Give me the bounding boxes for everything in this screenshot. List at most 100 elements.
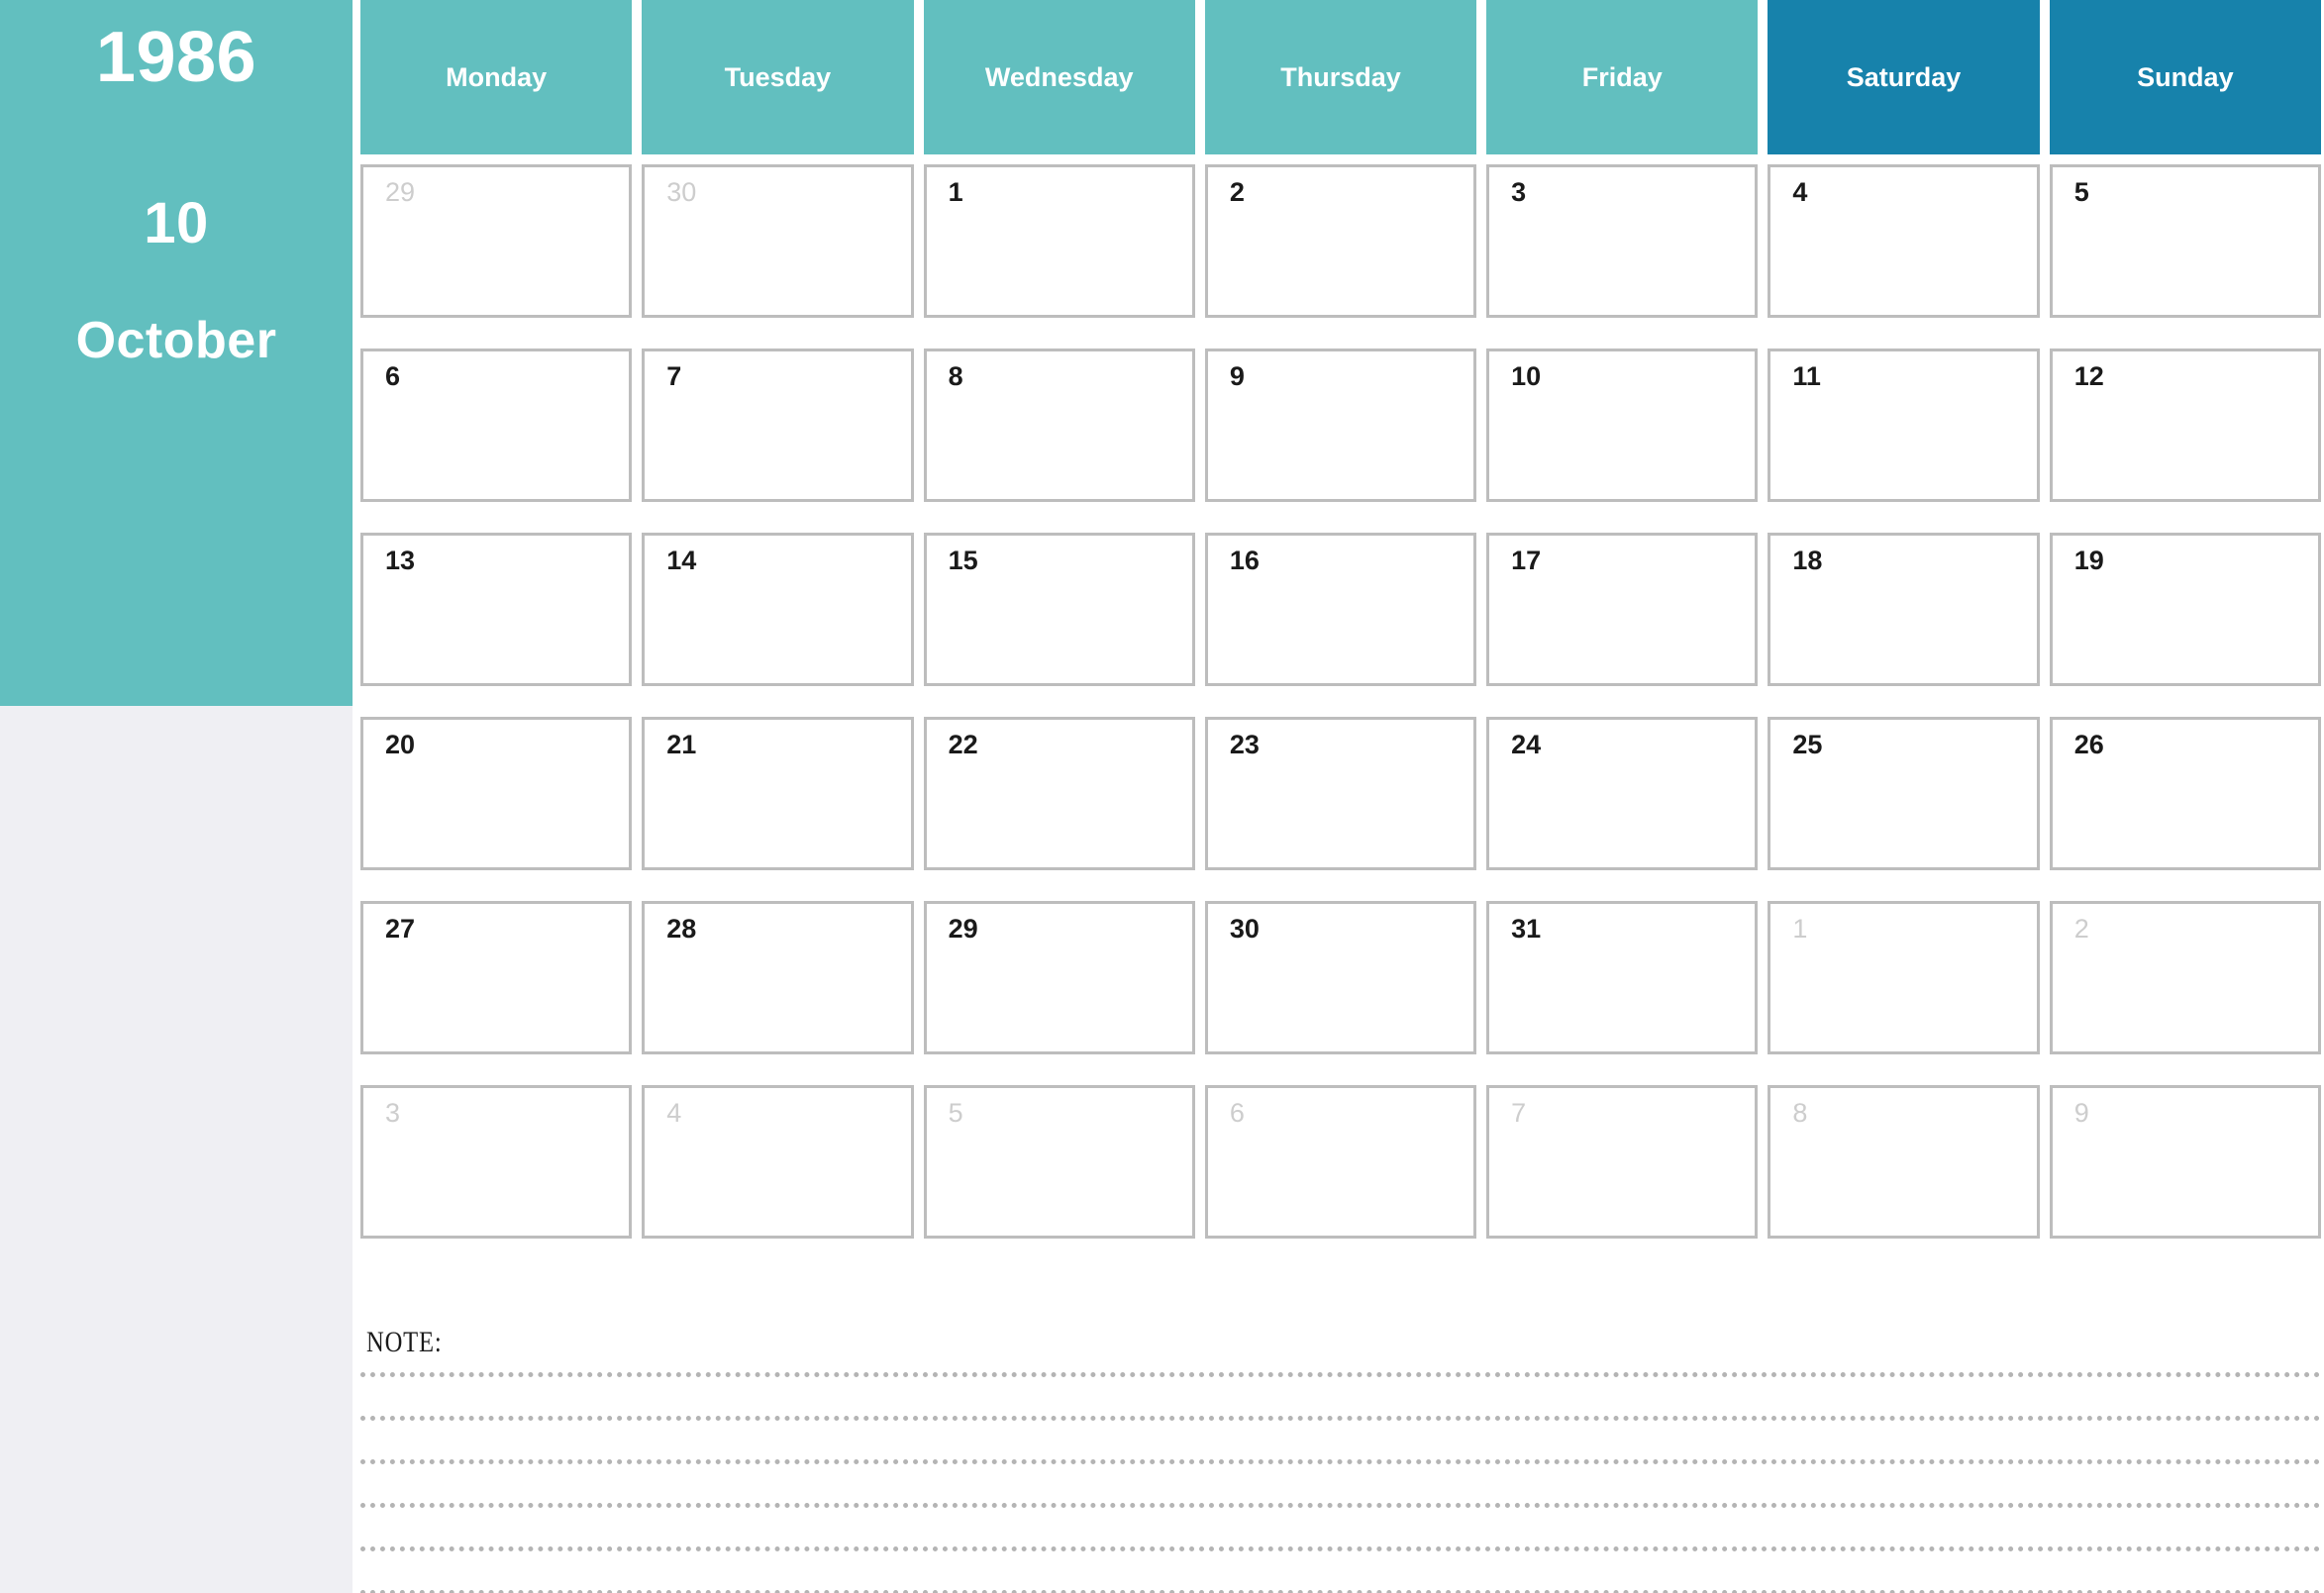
note-line[interactable] xyxy=(360,1372,2324,1377)
day-number: 22 xyxy=(948,730,978,759)
day-cell[interactable]: 8 xyxy=(1768,1085,2040,1239)
day-cell[interactable]: 29 xyxy=(923,901,1195,1054)
sidebar-month-number: 10 xyxy=(144,191,209,255)
day-number: 9 xyxy=(1229,361,1245,391)
day-cell[interactable]: 2 xyxy=(2049,901,2321,1054)
weekday-header-saturday: Saturday xyxy=(1768,0,2050,154)
weekday-header-friday: Friday xyxy=(1486,0,1768,154)
calendar-body: Monday Tuesday Wednesday Thursday Friday Satu… xyxy=(360,0,2324,1593)
day-number: 9 xyxy=(2073,1098,2089,1128)
day-cell[interactable]: 12 xyxy=(2049,348,2321,502)
day-cell[interactable]: 14 xyxy=(642,533,914,686)
day-cell[interactable]: 21 xyxy=(642,717,914,870)
day-cell[interactable]: 30 xyxy=(1204,901,1477,1054)
day-number: 15 xyxy=(948,546,978,575)
day-number: 20 xyxy=(385,730,416,759)
day-cell[interactable]: 5 xyxy=(2049,164,2321,318)
day-number: 3 xyxy=(385,1098,401,1128)
sidebar-year: 1986 xyxy=(95,18,257,97)
day-cell[interactable]: 22 xyxy=(923,717,1195,870)
day-number: 23 xyxy=(1229,730,1260,759)
day-number: 14 xyxy=(666,546,697,575)
day-number: 30 xyxy=(666,177,697,207)
day-cell[interactable]: 2 xyxy=(1204,164,1477,318)
sidebar: 1986 10 October xyxy=(0,0,353,1593)
day-cell[interactable]: 9 xyxy=(2049,1085,2321,1239)
day-number: 19 xyxy=(2073,546,2104,575)
day-cell[interactable]: 24 xyxy=(1486,717,1759,870)
day-cell[interactable]: 7 xyxy=(1486,1085,1759,1239)
day-cell[interactable]: 3 xyxy=(360,1085,633,1239)
week-row: 3 4 5 6 7 8 9 xyxy=(360,1085,2324,1269)
day-number: 17 xyxy=(1511,546,1542,575)
weekday-header-thursday: Thursday xyxy=(1204,0,1487,154)
day-cell[interactable]: 25 xyxy=(1768,717,2040,870)
day-cell[interactable]: 20 xyxy=(360,717,633,870)
day-cell[interactable]: 6 xyxy=(1204,1085,1477,1239)
day-cell[interactable]: 4 xyxy=(1768,164,2040,318)
day-cell[interactable]: 17 xyxy=(1486,533,1759,686)
note-line[interactable] xyxy=(360,1459,2324,1464)
day-number: 24 xyxy=(1511,730,1542,759)
day-cell[interactable]: 7 xyxy=(642,348,914,502)
day-cell[interactable]: 10 xyxy=(1486,348,1759,502)
day-number: 11 xyxy=(1792,361,1821,391)
sidebar-month-name: October xyxy=(75,312,277,369)
day-number: 29 xyxy=(385,177,416,207)
day-number: 30 xyxy=(1229,914,1260,944)
weekday-header-tuesday: Tuesday xyxy=(642,0,924,154)
day-number: 4 xyxy=(1792,177,1808,207)
day-cell[interactable]: 15 xyxy=(923,533,1195,686)
weekday-header-row: Monday Tuesday Wednesday Thursday Friday Satu… xyxy=(360,0,2324,154)
day-cell[interactable]: 16 xyxy=(1204,533,1477,686)
day-number: 27 xyxy=(385,914,416,944)
day-number: 18 xyxy=(1792,546,1823,575)
day-cell[interactable]: 28 xyxy=(642,901,914,1054)
day-cell[interactable]: 1 xyxy=(923,164,1195,318)
day-number: 5 xyxy=(948,1098,963,1128)
day-cell[interactable]: 30 xyxy=(642,164,914,318)
day-number: 29 xyxy=(948,914,978,944)
day-number: 1 xyxy=(1792,914,1808,944)
weekday-header-wednesday: Wednesday xyxy=(923,0,1205,154)
day-number: 8 xyxy=(1792,1098,1808,1128)
weekday-header-sunday: Sunday xyxy=(2049,0,2324,154)
day-number: 31 xyxy=(1511,914,1542,944)
note-line[interactable] xyxy=(360,1546,2324,1551)
day-cell[interactable]: 19 xyxy=(2049,533,2321,686)
day-cell[interactable]: 29 xyxy=(360,164,633,318)
day-cell[interactable]: 1 xyxy=(1768,901,2040,1054)
day-number: 6 xyxy=(1229,1098,1245,1128)
note-line[interactable] xyxy=(360,1503,2324,1508)
note-label: NOTE: xyxy=(366,1326,443,1358)
day-cell[interactable]: 5 xyxy=(923,1085,1195,1239)
day-number: 2 xyxy=(2073,914,2089,944)
day-cell[interactable]: 8 xyxy=(923,348,1195,502)
day-number: 7 xyxy=(666,361,682,391)
day-cell[interactable]: 3 xyxy=(1486,164,1759,318)
note-section: NOTE: xyxy=(360,1313,2324,1593)
day-cell[interactable]: 4 xyxy=(642,1085,914,1239)
day-number: 4 xyxy=(666,1098,682,1128)
day-number: 16 xyxy=(1229,546,1260,575)
day-number: 8 xyxy=(948,361,963,391)
week-row: 13 14 15 16 17 18 19 xyxy=(360,533,2324,717)
day-number: 1 xyxy=(948,177,963,207)
day-cell[interactable]: 27 xyxy=(360,901,633,1054)
day-number: 21 xyxy=(666,730,697,759)
day-number: 2 xyxy=(1229,177,1245,207)
day-cell[interactable]: 26 xyxy=(2049,717,2321,870)
day-number: 12 xyxy=(2073,361,2104,391)
day-number: 10 xyxy=(1511,361,1542,391)
day-cell[interactable]: 6 xyxy=(360,348,633,502)
note-line[interactable] xyxy=(360,1416,2324,1421)
day-number: 7 xyxy=(1511,1098,1527,1128)
day-cell[interactable]: 11 xyxy=(1768,348,2040,502)
day-cell[interactable]: 23 xyxy=(1204,717,1477,870)
day-cell[interactable]: 13 xyxy=(360,533,633,686)
day-cell[interactable]: 9 xyxy=(1204,348,1477,502)
day-number: 5 xyxy=(2073,177,2089,207)
day-cell[interactable]: 31 xyxy=(1486,901,1759,1054)
day-cell[interactable]: 18 xyxy=(1768,533,2040,686)
calendar-page: 1986 10 October Monday Tuesday Wednesday Th… xyxy=(0,0,2324,1593)
